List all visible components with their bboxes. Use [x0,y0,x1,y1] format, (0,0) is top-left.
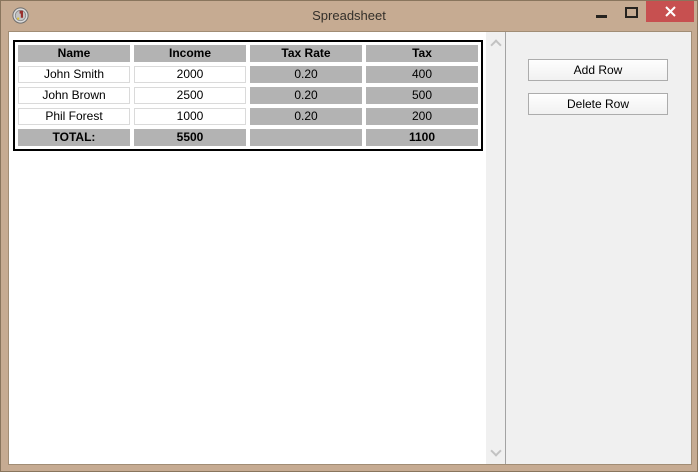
add-row-button[interactable]: Add Row [528,59,668,81]
minimize-button[interactable] [586,1,616,22]
tax-cell: 500 [366,87,478,104]
table-frame: NameIncomeTax RateTaxJohn Smith20000.204… [13,40,483,151]
total-tax-rate-cell [250,129,362,146]
name-cell[interactable]: John Brown [18,87,130,104]
vertical-scrollbar[interactable] [486,32,505,464]
maximize-button[interactable] [616,1,646,22]
income-cell[interactable]: 2000 [134,66,246,83]
total-label-cell: TOTAL: [18,129,130,146]
total-income-cell: 5500 [134,129,246,146]
close-icon [665,6,676,17]
income-cell[interactable]: 2500 [134,87,246,104]
tax-rate-cell: 0.20 [250,108,362,125]
tax-cell: 400 [366,66,478,83]
chevron-down-icon[interactable] [490,445,501,456]
maximize-icon [625,7,638,18]
tax-rate-cell: 0.20 [250,66,362,83]
column-header-tax-rate: Tax Rate [250,45,362,62]
total-tax-cell: 1100 [366,129,478,146]
side-panel: Add Row Delete Row [505,32,691,464]
window-controls [586,1,694,22]
income-cell[interactable]: 1000 [134,108,246,125]
minimize-icon [596,15,607,18]
delete-row-button[interactable]: Delete Row [528,93,668,115]
spreadsheet-window: Spreadsheet NameIncomeTax RateTax John Sm… [0,0,698,472]
name-cell[interactable]: Phil Forest [18,108,130,125]
column-header-name: Name [18,45,130,62]
spreadsheet-table: NameIncomeTax RateTaxJohn Smith20000.204… [18,45,478,146]
column-header-income: Income [134,45,246,62]
column-header-tax: Tax [366,45,478,62]
chevron-up-icon[interactable] [490,39,501,50]
tax-rate-cell: 0.20 [250,87,362,104]
name-cell[interactable]: John Smith [18,66,130,83]
close-button[interactable] [646,1,694,22]
titlebar[interactable]: Spreadsheet [1,1,697,31]
spreadsheet-canvas: NameIncomeTax RateTaxJohn Smith20000.204… [9,32,486,464]
main-area: NameIncomeTax RateTaxJohn Smith20000.204… [8,31,692,465]
tax-cell: 200 [366,108,478,125]
